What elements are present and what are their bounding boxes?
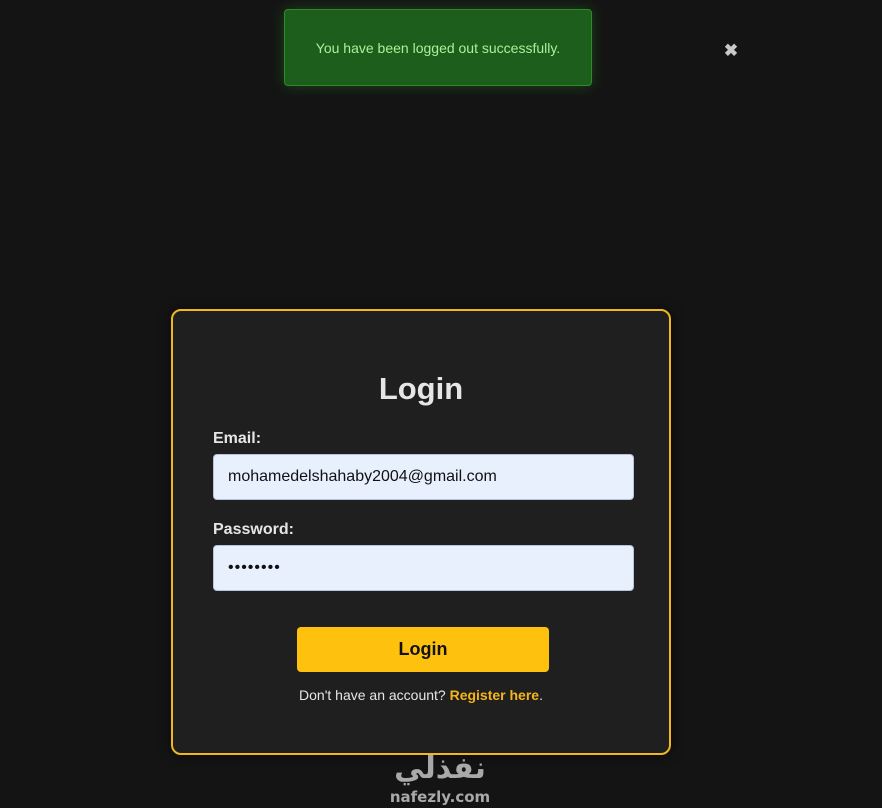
- login-card: Login Email: Password: Login Don't have …: [171, 309, 671, 755]
- login-button[interactable]: Login: [297, 627, 549, 672]
- watermark-logo-arabic: نفذلي: [394, 751, 486, 786]
- email-label: Email:: [213, 430, 262, 447]
- register-link[interactable]: Register here: [450, 687, 539, 703]
- watermark-logo-domain: nafezly.com: [390, 788, 490, 806]
- nafezly-watermark-logo: نفذلي nafezly.com: [390, 751, 490, 806]
- password-field[interactable]: [213, 545, 634, 591]
- password-label: Password:: [213, 521, 294, 538]
- email-field[interactable]: [213, 454, 634, 500]
- register-suffix: .: [539, 687, 543, 703]
- close-icon[interactable]: ✖: [723, 42, 739, 60]
- logout-success-toast: You have been logged out successfully.: [284, 9, 592, 86]
- register-prompt: Don't have an account? Register here.: [173, 687, 669, 703]
- login-title: Login: [378, 371, 464, 406]
- login-page: You have been logged out successfully. ✖…: [0, 0, 882, 808]
- toast-message: You have been logged out successfully.: [315, 39, 561, 56]
- register-prompt-text: Don't have an account?: [299, 687, 446, 703]
